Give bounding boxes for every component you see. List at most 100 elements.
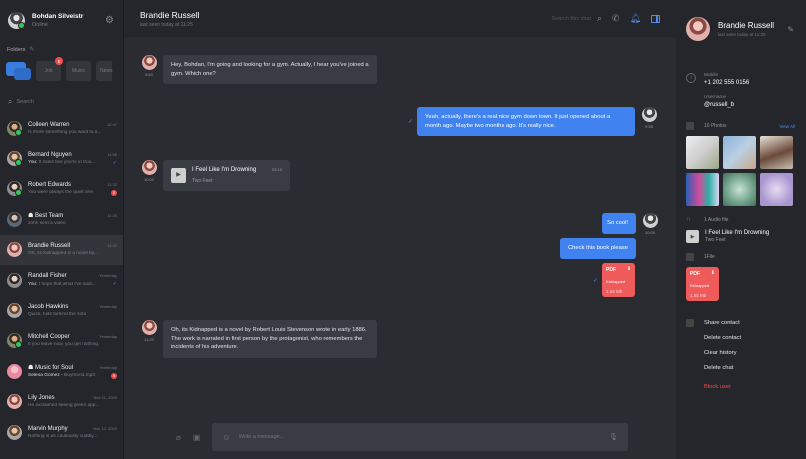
emoji-icon[interactable]: ☺ <box>222 433 230 442</box>
info-icon: i <box>686 73 696 83</box>
view-all-link[interactable]: View All <box>779 124 795 129</box>
compose-box: ☺ 🎙︎ <box>212 423 628 451</box>
delete-chat-button[interactable]: Delete chat <box>686 360 806 375</box>
contact-item[interactable]: Bernard Nguyen 11:58 You: It looks like yo… <box>0 143 123 173</box>
paperclip-icon[interactable]: ⌀ <box>176 433 181 442</box>
folder-tab-job[interactable]: Job 5 <box>36 57 63 81</box>
video-icon[interactable]: ▣ <box>193 433 201 442</box>
contact-item[interactable]: Jacob Hawkins Yesterday Quick, hide behind… <box>0 295 123 325</box>
side-panel-toggle-icon[interactable] <box>651 14 660 23</box>
block-user-button[interactable]: Block user <box>686 379 806 394</box>
search-icon: ⌕ <box>8 97 13 106</box>
username-label: Username <box>704 95 727 100</box>
contact-avatar <box>7 303 22 319</box>
message-bubble[interactable]: Check this book please <box>560 238 636 259</box>
contact-last-message: You: I hope that what I've said... <box>28 281 96 287</box>
pdf-attachment[interactable]: PDF Kidnapped 1.55 Mb ⬇ <box>686 267 719 301</box>
chat-last-seen: last seen today at 11:25 <box>140 21 193 28</box>
message-bubble[interactable]: Yeah, actually, there's a real nice gym … <box>417 107 636 136</box>
folder-tab-label: Job <box>44 68 53 74</box>
chat-header: Brandie Russell last seen today at 11:25… <box>124 0 676 37</box>
contact-item[interactable]: ☗ Best Team 11:25 John sent a video <box>0 204 123 234</box>
audio-message[interactable]: ▶ I Feel Like I'm Drowning Two Feet 03:1… <box>163 160 290 191</box>
contact-last-message: Selena Gomez - Boyfriend.mp3 <box>28 373 95 379</box>
contact-avatar <box>141 160 157 175</box>
folder-tab-news[interactable]: News <box>96 61 113 81</box>
contact-item[interactable]: Colleen Warren 12:47 Is there something yo… <box>0 113 123 143</box>
message-bubble[interactable]: Hey, Bohdan, I'm going and looking for a… <box>163 55 377 84</box>
photos-count: 10 Photos <box>704 123 727 129</box>
profile-avatar[interactable] <box>686 17 710 41</box>
contact-avatar <box>7 181 22 197</box>
clear-history-button[interactable]: Clear history <box>686 345 806 360</box>
chat-bubbles-icon <box>6 60 31 82</box>
contact-time: Nov 11, 2020 <box>93 395 118 401</box>
photo-thumbnail[interactable] <box>760 173 793 206</box>
read-check-icon: ✓ <box>112 281 117 288</box>
contact-name: Bernard Nguyen <box>28 151 72 158</box>
audio-play-icon[interactable]: ▶ <box>686 230 699 243</box>
message-bubble[interactable]: Oh, its Kidnapped is a novel by Robert L… <box>163 320 377 358</box>
contact-item[interactable]: ☗ Music for Soul Yesterday Selena Gomez - … <box>0 356 123 386</box>
folder-tab-music[interactable]: Music <box>66 61 91 81</box>
action-label: Block user <box>704 383 732 390</box>
contact-avatar <box>7 120 22 136</box>
gear-icon[interactable]: ⚙ <box>105 15 115 26</box>
contact-item[interactable]: Brandie Russell 11:20 Oh, its Kidnapped is… <box>0 234 123 265</box>
contact-time: Yesterday <box>99 364 117 370</box>
microphone-icon[interactable]: 🎙︎ <box>609 433 618 441</box>
contact-last-message: You were always the quiet one. <box>28 190 95 196</box>
chat-contact-name[interactable]: Brandie Russell <box>140 10 552 20</box>
pencil-icon[interactable]: ✎ <box>29 46 34 53</box>
mobile-value[interactable]: +1 202 555 0156 <box>704 80 749 86</box>
contact-item[interactable]: Lily Jones Nov 11, 2020 He exclaimed seein… <box>0 387 123 417</box>
mobile-label: Mobile <box>704 73 719 78</box>
contact-search-input[interactable] <box>16 99 107 105</box>
pdf-attachment[interactable]: PDF Kidnapped 1.55 Mb ⬇ <box>602 263 636 297</box>
phone-icon[interactable]: ✆ <box>612 13 620 24</box>
contact-avatar <box>141 320 157 335</box>
download-icon[interactable]: ⬇ <box>627 266 631 272</box>
audio-section-header: ∩ 1 Audio file <box>686 216 806 224</box>
share-contact-button[interactable]: Share contact <box>686 315 806 330</box>
folder-tab-all[interactable] <box>6 61 31 81</box>
contact-item[interactable]: Mitchell Cooper Yesterday If you leave now… <box>0 326 123 356</box>
messenger-app: Bohdan Silveistr Online ⚙ Folders ✎ Job … <box>0 0 806 459</box>
bell-icon[interactable]: 🔔︎ <box>630 13 641 24</box>
contact-name: Colleen Warren <box>28 121 70 128</box>
photo-thumbnail[interactable] <box>686 136 719 169</box>
contact-item[interactable]: Randall Fisher Yesterday You: I hope that … <box>0 265 123 295</box>
photo-thumbnail[interactable] <box>686 173 719 206</box>
message-bubble[interactable]: So cool! <box>602 213 636 234</box>
photo-icon <box>686 122 694 130</box>
message-time: 11:20 <box>144 337 154 342</box>
files-section-header: 1File <box>686 253 806 261</box>
photo-thumbnail[interactable] <box>760 136 793 169</box>
contact-item[interactable]: Marvin Murphy Nov 10, 2020 Nothing is as c… <box>0 417 123 447</box>
search-icon[interactable]: ⌕ <box>597 13 602 24</box>
message-outgoing: ✓ PDF Kidnapped 1.55 Mb ⬇ <box>593 263 636 297</box>
chat-search-placeholder[interactable]: Search this chat <box>552 16 591 22</box>
contact-item[interactable]: Robert Edwards 11:32 You were always the q… <box>0 174 123 204</box>
audio-play-icon[interactable]: ▶ <box>171 168 186 183</box>
contact-avatar <box>7 151 22 167</box>
download-icon[interactable]: ⬇ <box>711 270 715 276</box>
my-profile[interactable]: Bohdan Silveistr Online ⚙ <box>0 0 123 38</box>
pencil-icon[interactable]: ✎ <box>787 25 794 34</box>
contact-avatar <box>7 363 22 379</box>
contact-avatar <box>141 55 157 70</box>
audio-file[interactable]: ▶ I Feel Like I'm Drowning Two Feet <box>686 230 806 243</box>
message-time: 9:40 <box>145 72 153 77</box>
my-avatar[interactable] <box>8 12 25 29</box>
contact-avatar <box>7 333 22 349</box>
folders-label: Folders <box>7 46 26 53</box>
delete-contact-button[interactable]: Delete contact <box>686 330 806 345</box>
photo-thumbnail[interactable] <box>723 173 756 206</box>
contact-avatar <box>7 242 22 258</box>
username-value[interactable]: @russell_b <box>704 102 749 108</box>
read-check-icon: ✓ <box>408 119 414 125</box>
file-icon <box>686 253 694 261</box>
audio-duration: 03:15 <box>271 167 282 172</box>
photo-thumbnail[interactable] <box>723 136 756 169</box>
message-input[interactable] <box>238 434 610 440</box>
